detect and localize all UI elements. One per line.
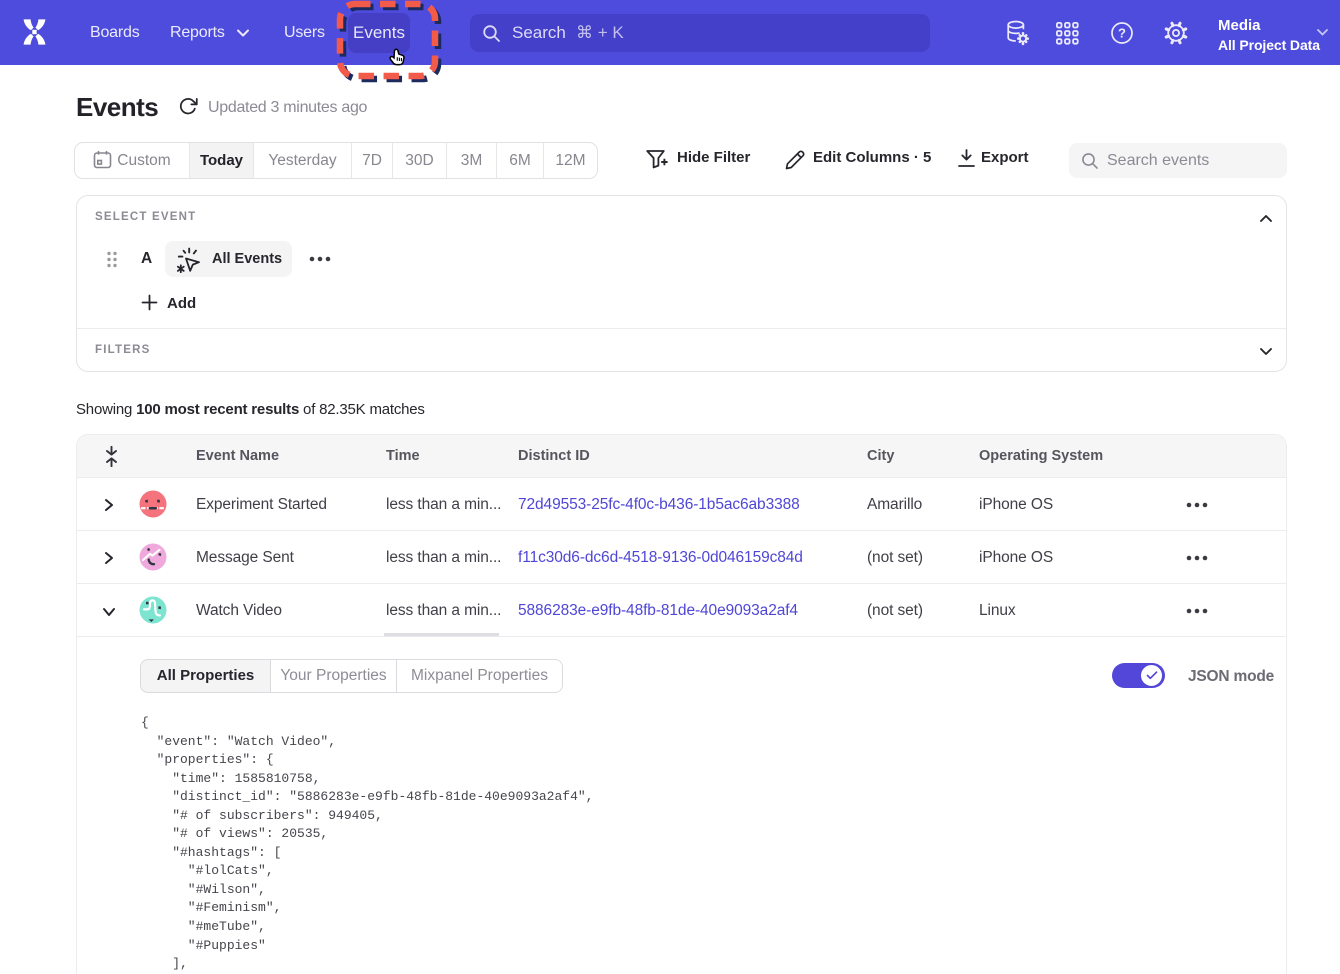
svg-text:?: ? xyxy=(1118,26,1126,41)
